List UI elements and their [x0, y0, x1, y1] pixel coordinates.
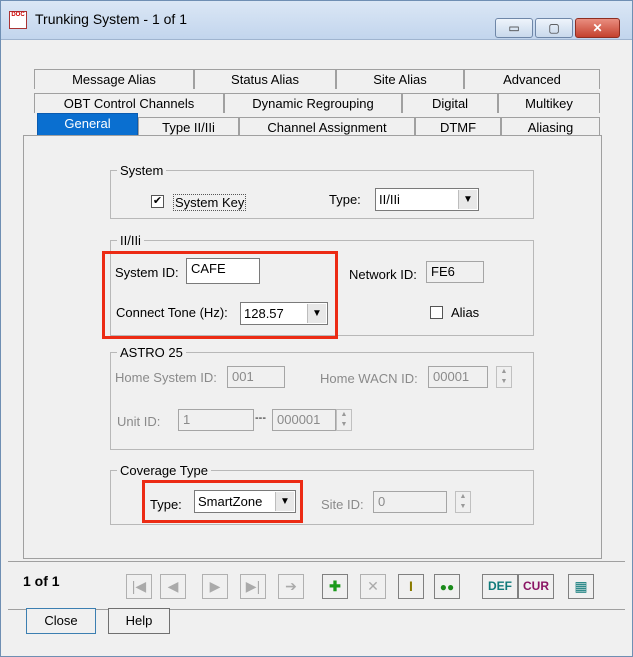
close-button[interactable]: Close — [26, 608, 96, 634]
tab-dtmf[interactable]: DTMF — [415, 117, 501, 137]
minimize-icon: ▭ — [508, 21, 520, 35]
plus-icon: ✚ — [329, 578, 341, 594]
separator-top — [8, 561, 625, 562]
cur-label: CUR — [523, 579, 549, 593]
unit-id-spinner: ▲ ▼ — [336, 409, 352, 431]
home-system-id-input: 001 — [227, 366, 285, 388]
previous-record-button[interactable]: ◀ — [160, 574, 186, 599]
trunking-system-window: DOC Trunking System - 1 of 1 ▭ ▢ ✕ Messa… — [0, 0, 633, 657]
home-wacn-id-spinner: ▲ ▼ — [496, 366, 512, 388]
insert-icon: I — [409, 578, 413, 594]
last-record-button[interactable]: ▶| — [240, 574, 266, 599]
checkmark-icon: ✔ — [152, 195, 163, 207]
coverage-type-legend: Coverage Type — [120, 463, 208, 478]
system-group-legend: System — [120, 163, 164, 178]
ii-iii-group-legend: II/IIi — [120, 233, 141, 248]
system-type-label: Type: — [329, 192, 361, 207]
home-system-id-label: Home System ID: — [115, 370, 217, 385]
tab-type-ii-iii[interactable]: Type II/IIi — [138, 117, 239, 137]
site-id-input: 0 — [373, 491, 447, 513]
document-icon: DOC — [9, 11, 27, 29]
site-id-label: Site ID: — [321, 497, 364, 512]
def-button[interactable]: DEF — [482, 574, 518, 599]
goto-record-button[interactable]: ➔ — [278, 574, 304, 599]
system-key-label[interactable]: System Key — [173, 194, 247, 211]
first-icon: |◀ — [131, 578, 147, 594]
duplicate-record-button[interactable]: ●● — [434, 574, 460, 599]
first-record-button[interactable]: |◀ — [126, 574, 152, 599]
previous-icon: ◀ — [167, 578, 179, 594]
record-counter: 1 of 1 — [23, 573, 60, 589]
tab-obt-control-channels[interactable]: OBT Control Channels — [34, 93, 224, 113]
maximize-button[interactable]: ▢ — [535, 18, 573, 38]
system-type-dropdown[interactable]: II/IIi ▼ — [375, 188, 479, 211]
next-icon: ▶ — [209, 578, 221, 594]
delete-record-button[interactable]: ✕ — [360, 574, 386, 599]
last-icon: ▶| — [245, 578, 261, 594]
tab-digital[interactable]: Digital — [402, 93, 498, 113]
insert-record-button[interactable]: I — [398, 574, 424, 599]
next-record-button[interactable]: ▶ — [202, 574, 228, 599]
tab-dynamic-regrouping[interactable]: Dynamic Regrouping — [224, 93, 402, 113]
chevron-down-icon[interactable]: ▼ — [458, 190, 477, 209]
highlight-box-coverage — [142, 480, 303, 523]
separator-bottom — [8, 609, 625, 610]
network-id-label: Network ID: — [349, 267, 417, 282]
tab-aliasing[interactable]: Aliasing — [501, 117, 600, 137]
minimize-button[interactable]: ▭ — [495, 18, 533, 38]
unit-id-start-input: 1 — [178, 409, 254, 431]
cur-button[interactable]: CUR — [518, 574, 554, 599]
astro25-group-legend: ASTRO 25 — [120, 345, 183, 360]
dialog-client-area: Message Alias Status Alias Site Alias Ad… — [8, 43, 625, 651]
close-icon: ✕ — [592, 21, 603, 35]
title-bar[interactable]: DOC Trunking System - 1 of 1 ▭ ▢ ✕ — [1, 1, 632, 40]
home-wacn-id-input: 00001 — [428, 366, 488, 388]
maximize-icon: ▢ — [548, 21, 560, 35]
network-id-field: FE6 — [426, 261, 484, 283]
add-record-button[interactable]: ✚ — [322, 574, 348, 599]
arrow-right-icon: ➔ — [285, 578, 297, 594]
tab-channel-assignment[interactable]: Channel Assignment — [239, 117, 415, 137]
unit-id-range-dash: --- — [255, 412, 266, 424]
astro25-group: ASTRO 25 — [110, 345, 534, 450]
tab-site-alias[interactable]: Site Alias — [336, 69, 464, 89]
home-wacn-id-label: Home WACN ID: — [320, 371, 418, 386]
grid-view-button[interactable]: ▦ — [568, 574, 594, 599]
tab-advanced[interactable]: Advanced — [464, 69, 600, 89]
system-key-checkbox[interactable]: ✔ — [151, 195, 164, 208]
unit-id-end-input: 000001 — [272, 409, 336, 431]
close-window-button[interactable]: ✕ — [575, 18, 620, 38]
help-button[interactable]: Help — [108, 608, 170, 634]
window-title: Trunking System - 1 of 1 — [35, 11, 187, 27]
highlight-box-ii-iii — [102, 251, 338, 339]
unit-id-label: Unit ID: — [117, 414, 161, 429]
tab-message-alias[interactable]: Message Alias — [34, 69, 194, 89]
def-label: DEF — [488, 579, 512, 593]
alias-label: Alias — [451, 305, 480, 320]
table-icon: ▦ — [574, 578, 588, 594]
tab-status-alias[interactable]: Status Alias — [194, 69, 336, 89]
tab-general[interactable]: General — [37, 113, 138, 135]
site-id-spinner: ▲ ▼ — [455, 491, 471, 513]
alias-checkbox[interactable] — [430, 306, 443, 319]
x-icon: ✕ — [367, 578, 379, 594]
system-type-value: II/IIi — [379, 192, 400, 207]
tab-multikey[interactable]: Multikey — [498, 93, 600, 113]
duplicate-icon: ●● — [439, 580, 455, 594]
